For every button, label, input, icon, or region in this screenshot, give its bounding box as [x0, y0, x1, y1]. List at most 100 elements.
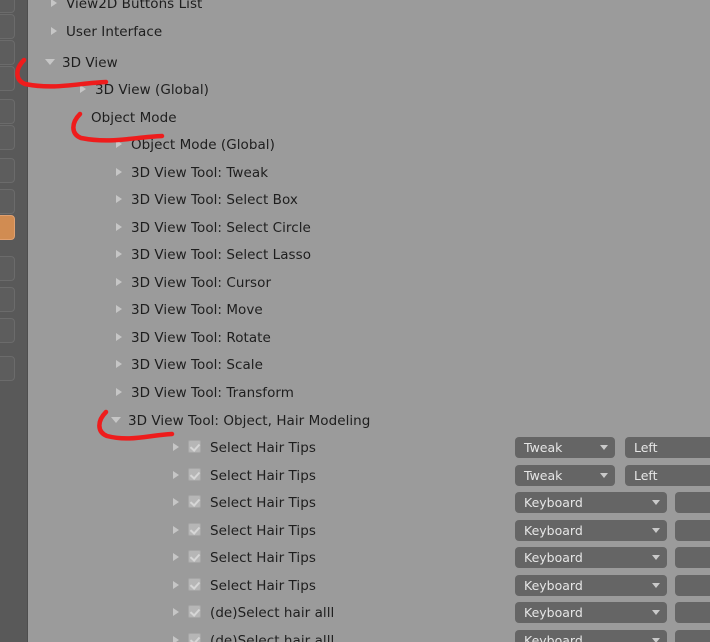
- strip-button-13[interactable]: [0, 356, 15, 381]
- chevron-right-icon[interactable]: [113, 303, 125, 315]
- chevron-right-icon[interactable]: [113, 166, 125, 178]
- keymap-item-enabled-checkbox[interactable]: [188, 550, 201, 563]
- triangle-glyph: [116, 140, 122, 148]
- keymap-item-enabled-checkbox[interactable]: [188, 440, 201, 453]
- strip-button-6[interactable]: [0, 125, 15, 150]
- keymap-tree-row[interactable]: 3D View Tool: Object, Hair Modeling: [28, 407, 710, 434]
- key-binding-field[interactable]: [675, 575, 710, 596]
- chevron-down-icon: [652, 638, 660, 642]
- keymap-item-enabled-checkbox[interactable]: [188, 468, 201, 481]
- map-type-dropdown[interactable]: Keyboard: [515, 492, 667, 513]
- keymap-tree-row[interactable]: 3D View Tool: Rotate: [28, 324, 710, 351]
- chevron-right-icon[interactable]: [170, 469, 182, 481]
- keymap-item-enabled-checkbox[interactable]: [188, 633, 201, 642]
- triangle-glyph: [111, 417, 121, 423]
- keymap-tree-row[interactable]: Select Hair Tips Tweak Left: [28, 434, 710, 461]
- triangle-glyph: [173, 608, 179, 616]
- keymap-row-label: Object Mode: [91, 109, 177, 126]
- map-type-dropdown[interactable]: Keyboard: [515, 630, 667, 642]
- keymap-tree-row[interactable]: User Interface: [28, 18, 710, 45]
- chevron-right-icon[interactable]: [113, 331, 125, 343]
- chevron-right-icon[interactable]: [113, 386, 125, 398]
- keymap-tree-row[interactable]: 3D View Tool: Tweak: [28, 159, 710, 186]
- chevron-down-icon: [600, 473, 608, 478]
- keymap-tree-row[interactable]: 3D View Tool: Cursor: [28, 269, 710, 296]
- triangle-glyph: [116, 168, 122, 176]
- keymap-tree-row[interactable]: (de)Select hair alll Keyboard: [28, 627, 710, 642]
- map-type-dropdown[interactable]: Keyboard: [515, 520, 667, 541]
- triangle-glyph: [116, 250, 122, 258]
- keymap-tree-row[interactable]: 3D View Tool: Select Box: [28, 186, 710, 213]
- chevron-right-icon[interactable]: [113, 221, 125, 233]
- keymap-tree-row[interactable]: 3D View: [28, 49, 710, 76]
- chevron-right-icon[interactable]: [113, 276, 125, 288]
- strip-button-9[interactable]: [0, 215, 15, 240]
- keymap-tree-row[interactable]: Object Mode: [28, 104, 710, 131]
- keymap-item-enabled-checkbox[interactable]: [188, 605, 201, 618]
- chevron-down-icon: [652, 500, 660, 505]
- keymap-item-enabled-checkbox[interactable]: [188, 495, 201, 508]
- keymap-tree-row[interactable]: View2D Buttons List: [28, 0, 710, 17]
- chevron-right-icon[interactable]: [170, 524, 182, 536]
- keymap-tree-row[interactable]: 3D View Tool: Transform: [28, 379, 710, 406]
- chevron-right-icon[interactable]: [113, 138, 125, 150]
- keymap-tree-row[interactable]: (de)Select hair alll Keyboard: [28, 599, 710, 626]
- chevron-right-icon[interactable]: [113, 248, 125, 260]
- chevron-right-icon[interactable]: [170, 579, 182, 591]
- event-value-dropdown[interactable]: Left: [625, 437, 710, 458]
- chevron-right-icon[interactable]: [48, 0, 60, 9]
- keymap-item-enabled-checkbox[interactable]: [188, 523, 201, 536]
- map-type-dropdown[interactable]: Keyboard: [515, 602, 667, 623]
- keymap-row-label: User Interface: [66, 23, 163, 40]
- chevron-right-icon[interactable]: [170, 496, 182, 508]
- event-value-dropdown[interactable]: Left: [625, 465, 710, 486]
- strip-button-5[interactable]: [0, 99, 15, 124]
- strip-button-11[interactable]: [0, 287, 15, 312]
- map-type-dropdown[interactable]: Keyboard: [515, 547, 667, 568]
- map-type-dropdown[interactable]: Tweak: [515, 437, 615, 458]
- key-binding-field[interactable]: [675, 492, 710, 513]
- key-binding-field[interactable]: [675, 602, 710, 623]
- chevron-right-icon[interactable]: [170, 551, 182, 563]
- keymap-item-enabled-checkbox[interactable]: [188, 578, 201, 591]
- keymap-tree-row[interactable]: Select Hair Tips Keyboard: [28, 572, 710, 599]
- strip-button-3[interactable]: [0, 40, 15, 65]
- key-binding-field[interactable]: [675, 520, 710, 541]
- triangle-glyph: [116, 360, 122, 368]
- strip-button-12[interactable]: [0, 318, 15, 343]
- strip-button-10[interactable]: [0, 256, 15, 281]
- strip-button-4[interactable]: [0, 66, 15, 91]
- key-binding-field[interactable]: [675, 547, 710, 568]
- chevron-right-icon[interactable]: [113, 193, 125, 205]
- chevron-down-icon[interactable]: [44, 56, 56, 68]
- key-binding-field[interactable]: [675, 630, 710, 642]
- keymap-tree-row[interactable]: 3D View Tool: Select Circle: [28, 214, 710, 241]
- triangle-glyph: [116, 333, 122, 341]
- keymap-tree-row[interactable]: Select Hair Tips Keyboard: [28, 517, 710, 544]
- keymap-tree-row[interactable]: Select Hair Tips Tweak Left: [28, 462, 710, 489]
- keymap-tree-row[interactable]: Select Hair Tips Keyboard: [28, 489, 710, 516]
- keymap-row-label: 3D View Tool: Select Lasso: [131, 246, 312, 263]
- strip-button-2[interactable]: [0, 14, 15, 39]
- strip-button-7[interactable]: [0, 158, 15, 183]
- keymap-tree-row[interactable]: 3D View (Global): [28, 76, 710, 103]
- triangle-glyph: [173, 636, 179, 642]
- strip-button-8[interactable]: [0, 189, 15, 214]
- keymap-tree-row[interactable]: 3D View Tool: Scale: [28, 351, 710, 378]
- keymap-tree-row[interactable]: Object Mode (Global): [28, 131, 710, 158]
- map-type-dropdown[interactable]: Keyboard: [515, 575, 667, 596]
- chevron-right-icon[interactable]: [113, 358, 125, 370]
- chevron-right-icon[interactable]: [170, 606, 182, 618]
- strip-button-1[interactable]: [0, 0, 15, 13]
- chevron-right-icon[interactable]: [77, 83, 89, 95]
- preferences-window: View2D Buttons List User Interface 3D View…: [0, 0, 710, 642]
- chevron-right-icon[interactable]: [170, 441, 182, 453]
- chevron-down-icon: [600, 445, 608, 450]
- chevron-right-icon[interactable]: [170, 634, 182, 642]
- keymap-tree-row[interactable]: 3D View Tool: Select Lasso: [28, 241, 710, 268]
- chevron-right-icon[interactable]: [48, 25, 60, 37]
- keymap-tree-row[interactable]: 3D View Tool: Move: [28, 296, 710, 323]
- map-type-dropdown[interactable]: Tweak: [515, 465, 615, 486]
- keymap-tree-row[interactable]: Select Hair Tips Keyboard: [28, 544, 710, 571]
- chevron-down-icon[interactable]: [110, 414, 122, 426]
